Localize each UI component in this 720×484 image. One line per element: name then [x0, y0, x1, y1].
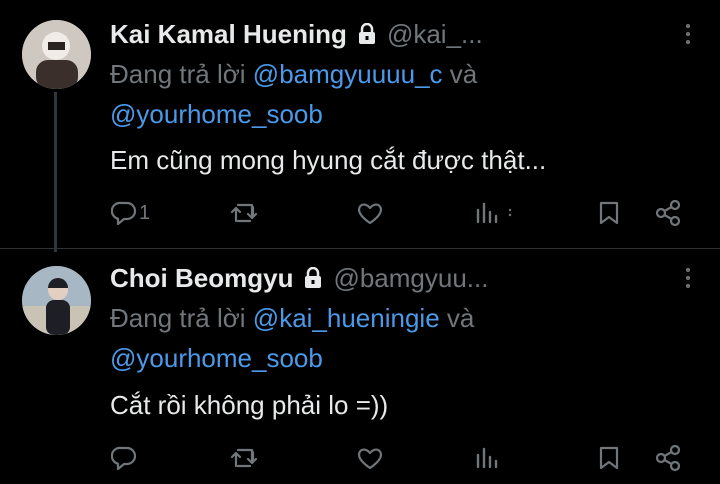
- display-name[interactable]: Choi Beomgyu: [110, 263, 293, 294]
- replying-prefix: Đang trả lời: [110, 59, 246, 89]
- bar-chart-icon: [476, 447, 498, 469]
- replying-to-2: @yourhome_soob: [110, 94, 323, 134]
- bookmark-button[interactable]: [598, 442, 620, 474]
- bookmark-icon: [599, 201, 619, 225]
- tweet-header: Kai Kamal Huening @kai_...: [110, 17, 483, 51]
- tweet-header: Choi Beomgyu @bamgyuu...: [110, 261, 488, 295]
- conjunction: và: [449, 59, 478, 89]
- views-button[interactable]: [474, 442, 500, 474]
- heart-icon: [358, 448, 382, 470]
- share-button[interactable]: [654, 442, 682, 474]
- tweet-1[interactable]: Kai Kamal Huening @kai_... Đang trả lời …: [0, 0, 720, 252]
- views-button[interactable]: [474, 197, 514, 229]
- more-icon[interactable]: [684, 268, 692, 288]
- mention-link[interactable]: @bamgyuuuu_c: [253, 59, 443, 89]
- share-icon: [655, 199, 681, 227]
- replying-prefix: Đang trả lời: [110, 303, 246, 333]
- avatar[interactable]: [22, 20, 91, 89]
- bookmark-button[interactable]: [598, 197, 620, 229]
- conjunction: và: [446, 303, 475, 333]
- retweet-icon: [230, 203, 258, 223]
- lock-icon: [303, 267, 323, 289]
- tweet-2[interactable]: Choi Beomgyu @bamgyuu... Đang trả lời @k…: [0, 249, 720, 484]
- avatar[interactable]: [22, 266, 91, 335]
- action-bar: 1: [0, 197, 720, 229]
- more-icon[interactable]: [684, 24, 692, 44]
- bookmark-icon: [599, 446, 619, 470]
- reply-icon: [111, 446, 137, 471]
- lock-icon: [357, 23, 377, 45]
- mention-link[interactable]: @yourhome_soob: [110, 99, 323, 129]
- like-button[interactable]: [356, 197, 384, 229]
- replying-to: Đang trả lời @kai_hueningie và: [110, 298, 474, 338]
- tweet-text: Em cũng mong hyung cắt được thật...: [110, 145, 547, 175]
- reply-count: 1: [139, 201, 151, 224]
- mention-link[interactable]: @yourhome_soob: [110, 343, 323, 373]
- heart-icon: [358, 203, 382, 225]
- retweet-button[interactable]: [229, 442, 259, 474]
- retweet-button[interactable]: [229, 197, 259, 229]
- mention-link[interactable]: @kai_hueningie: [253, 303, 440, 333]
- share-icon: [655, 444, 681, 472]
- bar-chart-icon: [476, 202, 512, 224]
- replying-to-2: @yourhome_soob: [110, 338, 323, 378]
- display-name[interactable]: Kai Kamal Huening: [110, 19, 347, 50]
- retweet-icon: [230, 448, 258, 468]
- share-button[interactable]: [654, 197, 682, 229]
- handle[interactable]: @kai_...: [387, 19, 483, 50]
- action-bar: [0, 442, 720, 474]
- reply-button[interactable]: [111, 442, 139, 474]
- tweet-text: Cắt rồi không phải lo =)): [110, 390, 389, 420]
- reply-icon: [111, 201, 137, 226]
- handle[interactable]: @bamgyuu...: [333, 263, 488, 294]
- replying-to: Đang trả lời @bamgyuuuu_c và: [110, 54, 477, 94]
- like-button[interactable]: [356, 442, 384, 474]
- reply-button[interactable]: 1: [111, 197, 150, 229]
